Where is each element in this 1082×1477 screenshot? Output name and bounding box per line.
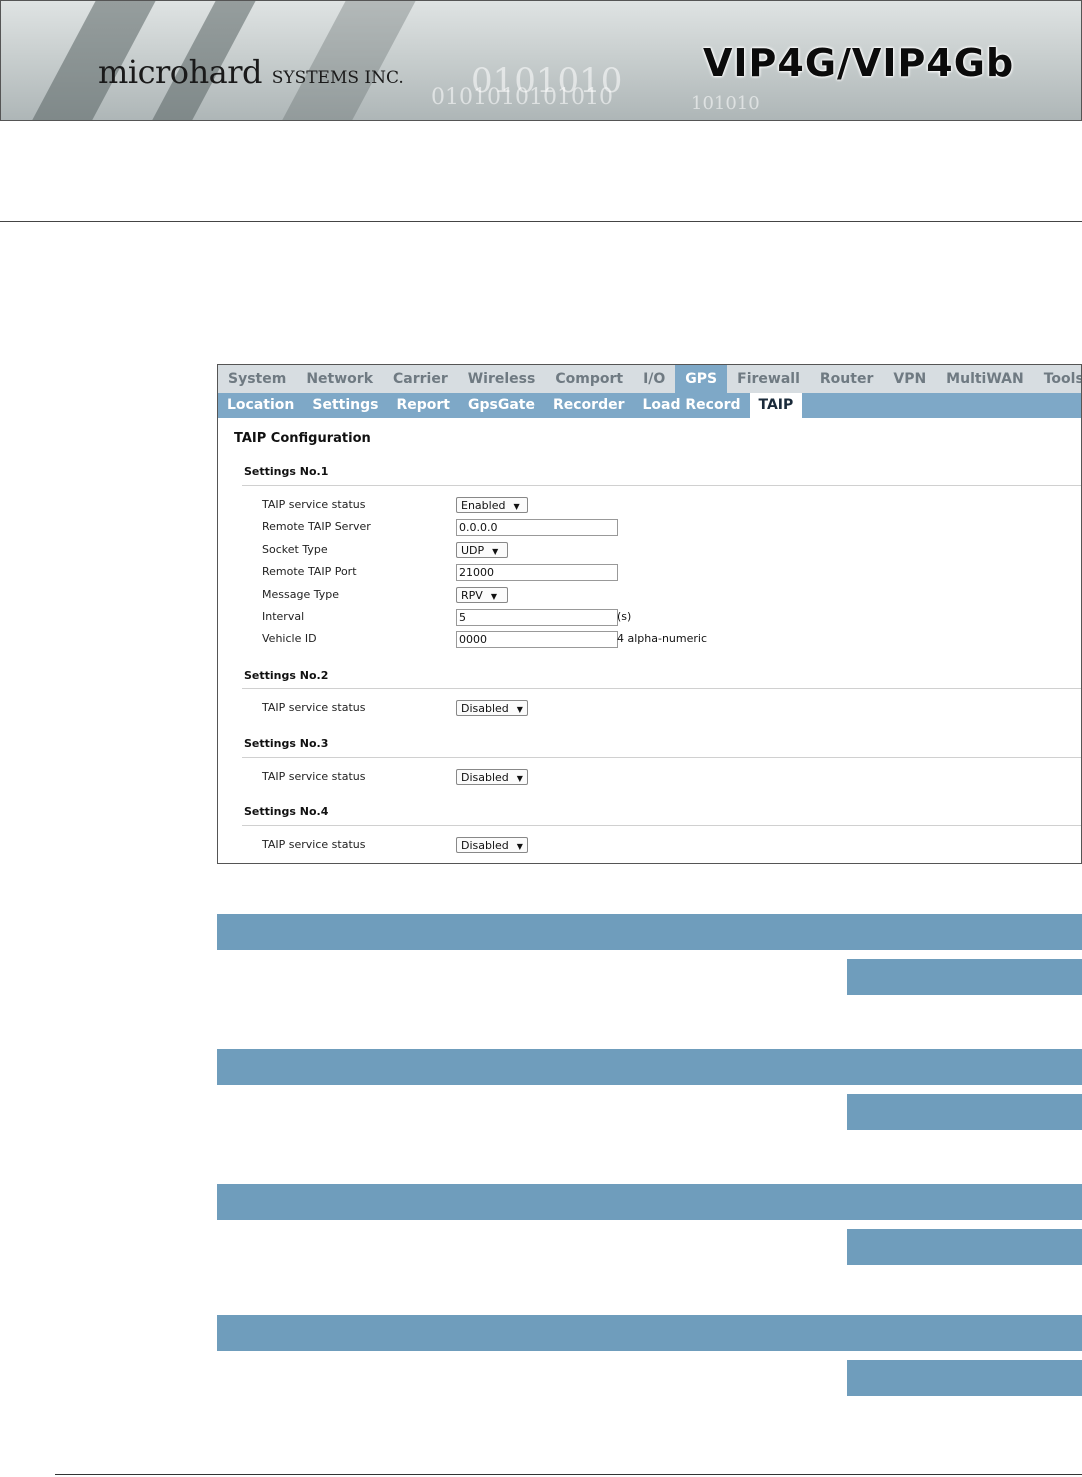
sub-menu: Location Settings Report GpsGate Recorder Loa…: [218, 393, 1081, 418]
top-menu: System Network Carrier Wireless Comport I/O GP…: [218, 365, 1081, 393]
remote-server-label: Remote TAIP Server: [262, 520, 371, 533]
section-divider: [242, 757, 1081, 758]
table-header-bar: [217, 1315, 1082, 1351]
submenu-tab-gpsgate[interactable]: GpsGate: [459, 393, 544, 418]
remote-port-input[interactable]: 21000: [456, 564, 618, 581]
taip-status-label-3: TAIP service status: [262, 770, 366, 783]
select-value: Disabled: [461, 702, 509, 715]
company-logo: microhard SYSTEMS INC.: [98, 53, 404, 91]
table-side-bar: [847, 959, 1082, 995]
chevron-down-icon: ▼: [516, 774, 523, 783]
select-value: Enabled: [461, 499, 506, 512]
interval-label: Interval: [262, 610, 305, 623]
divider-top: [0, 221, 1082, 222]
interval-unit: (s): [617, 610, 632, 623]
divider-bottom: [55, 1474, 1082, 1475]
message-type-select[interactable]: RPV ▼: [456, 587, 508, 603]
taip-status-select-2[interactable]: Disabled ▼: [456, 700, 528, 716]
table-side-bar: [847, 1360, 1082, 1396]
submenu-tab-location[interactable]: Location: [218, 393, 303, 418]
select-value: Disabled: [461, 771, 509, 784]
taip-status-label-2: TAIP service status: [262, 701, 366, 714]
section-divider: [242, 825, 1081, 826]
submenu-tab-report[interactable]: Report: [387, 393, 459, 418]
banner-binary: 0101010101010: [431, 85, 613, 110]
section-divider: [242, 485, 1081, 486]
logo-sub: SYSTEMS INC.: [271, 68, 404, 88]
menu-tab-multiwan[interactable]: MultiWAN: [936, 365, 1034, 393]
table-header-bar: [217, 1049, 1082, 1085]
submenu-tab-load-record[interactable]: Load Record: [634, 393, 750, 418]
taip-status-label-4: TAIP service status: [262, 838, 366, 851]
socket-type-select[interactable]: UDP ▼: [456, 542, 508, 558]
header-banner: 0101010 0101010101010 101010 microhard S…: [0, 0, 1082, 121]
table-side-bar: [847, 1229, 1082, 1265]
chevron-down-icon: ▼: [513, 502, 520, 511]
menu-tab-tools[interactable]: Tools: [1034, 365, 1081, 393]
section-title-4: Settings No.4: [244, 805, 329, 818]
socket-type-label: Socket Type: [262, 543, 328, 556]
logo-main: microhard: [98, 53, 263, 91]
section-title-3: Settings No.3: [244, 737, 329, 750]
taip-screenshot: System Network Carrier Wireless Comport I/O GP…: [217, 364, 1082, 864]
page-title: TAIP Configuration: [234, 431, 371, 446]
menu-tab-firewall[interactable]: Firewall: [727, 365, 810, 393]
message-type-label: Message Type: [262, 588, 339, 601]
section-divider: [242, 688, 1081, 689]
select-value: RPV: [461, 589, 483, 602]
menu-tab-gps[interactable]: GPS: [675, 365, 728, 393]
vehicle-id-label: Vehicle ID: [262, 632, 317, 645]
chevron-down-icon: ▼: [492, 547, 499, 556]
submenu-tab-recorder[interactable]: Recorder: [544, 393, 634, 418]
select-value: UDP: [461, 544, 485, 557]
menu-tab-router[interactable]: Router: [810, 365, 883, 393]
section-title-1: Settings No.1: [244, 465, 329, 478]
vehicle-id-input[interactable]: 0000: [456, 631, 618, 648]
chevron-down-icon: ▼: [516, 705, 523, 714]
remote-port-label: Remote TAIP Port: [262, 565, 357, 578]
menu-tab-comport[interactable]: Comport: [545, 365, 633, 393]
chevron-down-icon: ▼: [516, 842, 523, 851]
menu-tab-i-o[interactable]: I/O: [633, 365, 675, 393]
menu-tab-system[interactable]: System: [218, 365, 296, 393]
taip-status-label-1: TAIP service status: [262, 498, 366, 511]
interval-input[interactable]: 5: [456, 609, 618, 626]
select-value: Disabled: [461, 839, 509, 852]
menu-tab-wireless[interactable]: Wireless: [458, 365, 546, 393]
table-side-bar: [847, 1094, 1082, 1130]
table-header-bar: [217, 914, 1082, 950]
chevron-down-icon: ▼: [490, 592, 497, 601]
menu-tab-carrier[interactable]: Carrier: [383, 365, 458, 393]
taip-status-select-4[interactable]: Disabled ▼: [456, 837, 528, 853]
menu-tab-vpn[interactable]: VPN: [883, 365, 936, 393]
table-header-bar: [217, 1184, 1082, 1220]
remote-server-input[interactable]: 0.0.0.0: [456, 519, 618, 536]
section-title-2: Settings No.2: [244, 669, 329, 682]
vehicle-id-hint: 4 alpha-numeric: [617, 632, 708, 645]
taip-status-select-1[interactable]: Enabled ▼: [456, 497, 528, 513]
taip-status-select-3[interactable]: Disabled ▼: [456, 769, 528, 785]
submenu-tab-taip[interactable]: TAIP: [749, 393, 803, 418]
submenu-tab-settings[interactable]: Settings: [303, 393, 387, 418]
banner-binary: 101010: [691, 93, 760, 114]
product-title: VIP4G/VIP4Gb: [703, 41, 1015, 85]
menu-tab-network[interactable]: Network: [296, 365, 383, 393]
